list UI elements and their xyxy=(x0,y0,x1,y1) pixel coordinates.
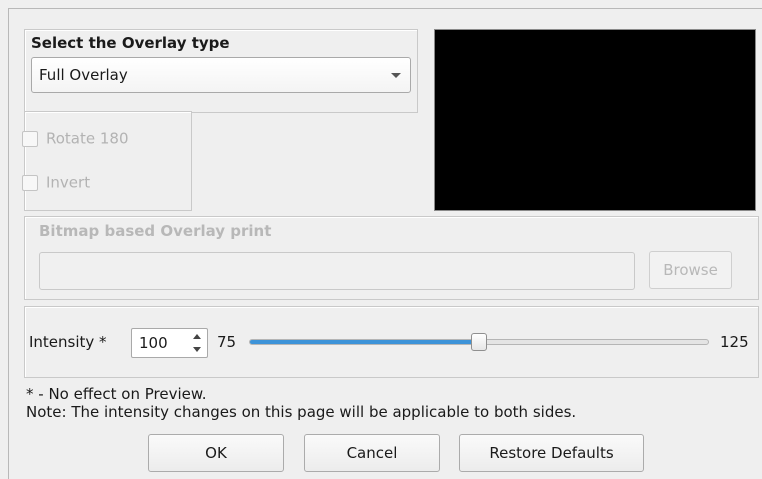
checkbox-icon xyxy=(22,174,38,191)
overlay-type-dropdown[interactable]: Full Overlay xyxy=(31,57,411,93)
intensity-min-label: 75 xyxy=(217,333,237,351)
overlay-preview xyxy=(434,29,756,211)
intensity-max-label: 125 xyxy=(720,333,749,351)
rotate-180-label: Rotate 180 xyxy=(46,129,129,148)
overlay-settings-dialog: Select the Overlay type Full Overlay Rot… xyxy=(8,8,762,479)
overlay-type-value: Full Overlay xyxy=(39,66,128,84)
bitmap-path-input[interactable] xyxy=(39,252,635,290)
intensity-slider-fill xyxy=(250,340,480,344)
invert-label: Invert xyxy=(46,173,91,192)
overlay-type-group: Select the Overlay type Full Overlay xyxy=(24,29,418,113)
preview-note: * - No effect on Preview. xyxy=(26,385,207,403)
intensity-slider-handle[interactable] xyxy=(471,333,487,351)
intensity-label: Intensity * xyxy=(29,333,107,351)
bitmap-overlay-title: Bitmap based Overlay print xyxy=(39,222,272,240)
invert-checkbox[interactable]: Invert xyxy=(22,173,91,192)
spin-up-icon[interactable] xyxy=(193,334,201,339)
browse-button[interactable]: Browse xyxy=(649,251,732,289)
ok-button[interactable]: OK xyxy=(148,434,284,472)
rotate-180-checkbox[interactable]: Rotate 180 xyxy=(22,129,129,148)
intensity-note: Note: The intensity changes on this page… xyxy=(26,403,577,421)
overlay-type-title: Select the Overlay type xyxy=(31,34,230,52)
intensity-value: 100 xyxy=(139,334,168,352)
chevron-down-icon xyxy=(391,73,401,78)
checkbox-icon xyxy=(22,130,38,147)
restore-defaults-button[interactable]: Restore Defaults xyxy=(459,434,644,472)
intensity-spinbox[interactable]: 100 xyxy=(131,328,208,358)
spin-down-icon[interactable] xyxy=(193,347,201,352)
cancel-button[interactable]: Cancel xyxy=(304,434,440,472)
overlay-options-group xyxy=(24,111,192,211)
spin-arrows xyxy=(191,332,203,354)
